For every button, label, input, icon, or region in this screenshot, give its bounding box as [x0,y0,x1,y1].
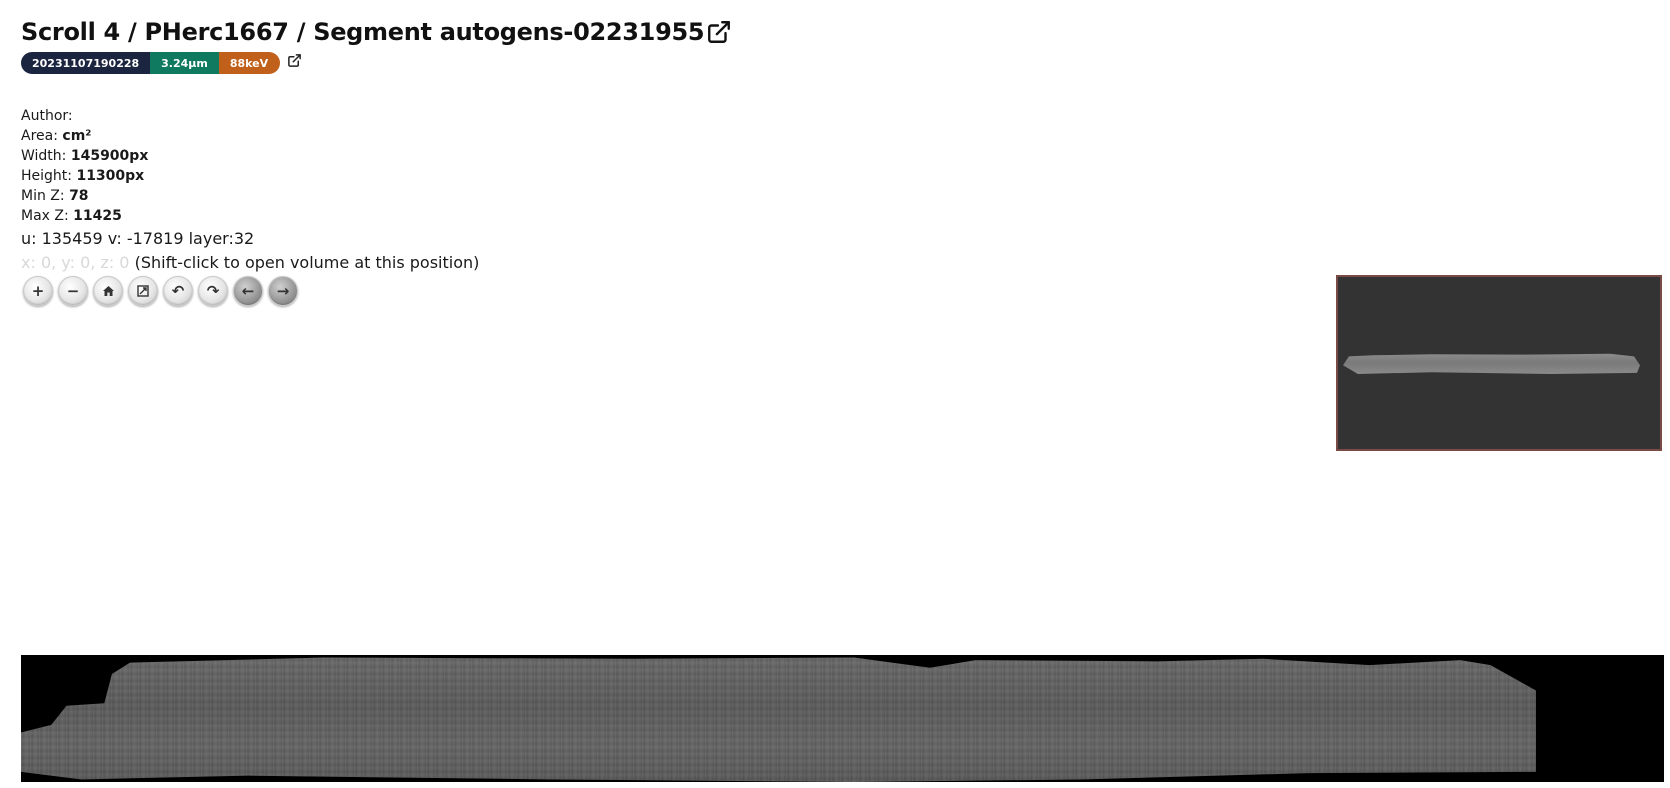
height-label: Height: [21,168,72,184]
uv-coordinates: u: 135459 v: -17819 layer:32 [21,229,255,248]
fullscreen-button[interactable] [128,276,158,306]
resolution-badge: 3.24µm [150,52,219,74]
scan-id-badge: 20231107190228 [21,52,151,74]
width-label: Width: [21,148,67,164]
fullscreen-icon [137,285,149,297]
minus-icon: − [66,282,80,300]
shift-click-hint: (Shift-click to open volume at this posi… [134,253,480,272]
xyz-readout: x: 0, y: 0, z: 0 (Shift-click to open vo… [21,253,479,272]
xyz-coordinates: x: 0, y: 0, z: 0 [21,253,130,272]
height-value: 11300px [76,168,145,184]
next-button[interactable]: → [268,276,298,306]
segment-viewer-page: Scroll 4 / PHerc1667 / Segment autogens-… [0,0,1670,788]
rotate-left-button[interactable]: ↶ [163,276,193,306]
segment-image-viewer[interactable] [21,655,1664,782]
title-row: Scroll 4 / PHerc1667 / Segment autogens-… [21,14,732,50]
home-icon [102,286,114,296]
area-row: Area: cm² [21,126,148,146]
rotate-right-icon: ↷ [206,282,220,300]
rotate-left-icon: ↶ [171,282,185,300]
max-z-label: Max Z: [21,208,69,224]
min-z-value: 78 [69,188,89,204]
height-row: Height: 11300px [21,166,148,186]
rotate-right-button[interactable]: ↷ [198,276,228,306]
home-button[interactable] [93,276,123,306]
area-value: cm² [62,128,92,144]
max-z-row: Max Z: 11425 [21,206,148,226]
arrow-right-icon: → [276,282,290,300]
previous-button[interactable]: ← [233,276,263,306]
segment-metadata: Author: Area: cm² Width: 145900px Height… [21,106,148,226]
scan-badges: 20231107190228 3.24µm 88keV [21,52,302,74]
page-title: Scroll 4 / PHerc1667 / Segment autogens-… [21,18,705,46]
author-label: Author: [21,108,73,124]
min-z-row: Min Z: 78 [21,186,148,206]
width-row: Width: 145900px [21,146,148,166]
author-row: Author: [21,106,148,126]
width-value: 145900px [70,148,149,164]
external-link-icon[interactable] [706,19,732,45]
area-label: Area: [21,128,58,144]
plus-icon: + [31,282,45,300]
badge-group: 20231107190228 3.24µm 88keV [21,52,281,74]
max-z-value: 11425 [73,208,122,224]
viewer-toolbar: + − ↶ ↷ ← → [23,276,298,306]
zoom-out-button[interactable]: − [58,276,88,306]
navigator-segment-preview [1343,353,1640,374]
external-link-icon[interactable] [287,53,302,68]
segment-surface-image [21,657,1536,782]
energy-badge: 88keV [218,52,281,74]
zoom-in-button[interactable]: + [23,276,53,306]
navigator-minimap[interactable] [1336,275,1662,451]
min-z-label: Min Z: [21,188,65,204]
arrow-left-icon: ← [241,282,255,300]
